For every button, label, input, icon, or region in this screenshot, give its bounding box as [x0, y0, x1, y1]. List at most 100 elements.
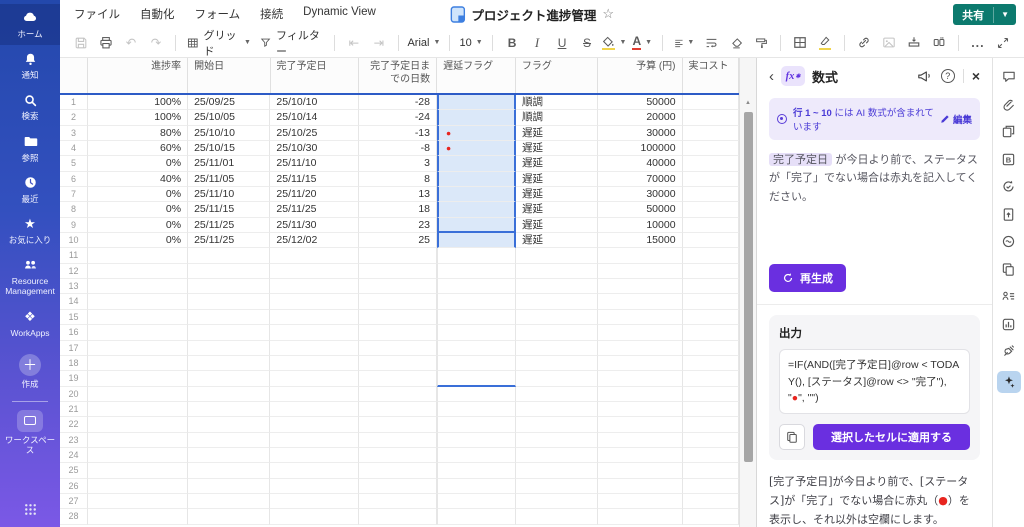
empty-cell[interactable]	[683, 402, 739, 417]
cell-due-date[interactable]: 25/11/30	[270, 218, 359, 233]
empty-cell[interactable]	[270, 341, 359, 356]
cell-cost[interactable]	[683, 202, 739, 217]
empty-cell[interactable]	[437, 325, 516, 340]
cell-delay-flag[interactable]	[437, 218, 516, 233]
bold-button[interactable]: B	[501, 32, 523, 54]
cell-delay-flag[interactable]	[437, 156, 516, 171]
empty-cell[interactable]	[188, 479, 270, 494]
empty-cell[interactable]	[270, 294, 359, 309]
image-icon[interactable]	[878, 32, 900, 54]
row-number[interactable]: 10	[60, 233, 88, 248]
attach-row-icon[interactable]	[903, 32, 925, 54]
sidebar-item-browse[interactable]: 参照	[0, 128, 60, 169]
outdent-icon[interactable]: ⇤	[343, 32, 365, 54]
align-button[interactable]: ▼	[671, 32, 698, 54]
empty-cell[interactable]	[598, 433, 682, 448]
brandfolder-icon[interactable]: B	[998, 151, 1020, 168]
empty-cell[interactable]	[188, 248, 270, 263]
empty-cell[interactable]	[188, 433, 270, 448]
empty-cell[interactable]	[683, 310, 739, 325]
empty-cell[interactable]	[437, 371, 516, 386]
format-painter-button[interactable]	[750, 32, 772, 54]
cell-progress[interactable]: 100%	[88, 95, 188, 110]
highlight-button[interactable]	[814, 32, 836, 54]
cell-days-remaining[interactable]: 25	[359, 233, 437, 248]
close-icon[interactable]: ×	[972, 69, 980, 83]
fill-color-button[interactable]: ▼	[601, 32, 628, 54]
cell-budget[interactable]: 30000	[598, 187, 682, 202]
empty-cell[interactable]	[598, 463, 682, 478]
cell-cost[interactable]	[683, 172, 739, 187]
empty-cell[interactable]	[437, 448, 516, 463]
empty-cell[interactable]	[516, 279, 598, 294]
underline-button[interactable]: U	[551, 32, 573, 54]
favorite-star-icon[interactable]: ☆	[602, 6, 614, 22]
empty-cell[interactable]	[598, 356, 682, 371]
sidebar-item-resource-management[interactable]: Resource Management	[0, 251, 60, 302]
empty-cell[interactable]	[359, 448, 437, 463]
cell-days-remaining[interactable]: 23	[359, 218, 437, 233]
empty-cell[interactable]	[516, 479, 598, 494]
empty-cell[interactable]	[88, 356, 188, 371]
cell-delay-flag[interactable]: ●	[437, 126, 516, 141]
cell-cost[interactable]	[683, 218, 739, 233]
empty-cell[interactable]	[437, 433, 516, 448]
empty-cell[interactable]	[683, 341, 739, 356]
empty-cell[interactable]	[598, 509, 682, 524]
empty-cell[interactable]	[516, 325, 598, 340]
menu-item[interactable]: Dynamic View	[303, 6, 376, 22]
empty-cell[interactable]	[598, 371, 682, 386]
empty-cell[interactable]	[88, 371, 188, 386]
empty-cell[interactable]	[516, 294, 598, 309]
empty-cell[interactable]	[598, 341, 682, 356]
row-number[interactable]: 27	[60, 494, 88, 509]
empty-cell[interactable]	[598, 279, 682, 294]
empty-cell[interactable]	[188, 341, 270, 356]
empty-cell[interactable]	[359, 417, 437, 432]
cell-progress[interactable]: 0%	[88, 187, 188, 202]
font-size-select[interactable]: 10 ▼	[458, 32, 484, 54]
copy-rows-icon[interactable]	[998, 261, 1020, 278]
empty-cell[interactable]	[88, 433, 188, 448]
back-icon[interactable]: ‹	[769, 69, 774, 84]
cell-due-date[interactable]: 25/10/25	[270, 126, 359, 141]
cell-progress[interactable]: 80%	[88, 126, 188, 141]
column-header-progress[interactable]: 進捗率	[88, 58, 188, 93]
empty-cell[interactable]	[598, 264, 682, 279]
row-number[interactable]: 14	[60, 294, 88, 309]
empty-cell[interactable]	[437, 417, 516, 432]
cell-due-date[interactable]: 25/11/25	[270, 202, 359, 217]
empty-cell[interactable]	[516, 509, 598, 524]
undo-icon[interactable]: ↶	[120, 32, 142, 54]
empty-cell[interactable]	[188, 463, 270, 478]
comments-icon[interactable]	[998, 68, 1020, 85]
empty-cell[interactable]	[437, 479, 516, 494]
text-color-button[interactable]: A ▼	[631, 32, 654, 54]
empty-cell[interactable]	[683, 509, 739, 524]
row-number[interactable]: 13	[60, 279, 88, 294]
empty-cell[interactable]	[598, 402, 682, 417]
empty-cell[interactable]	[516, 310, 598, 325]
empty-cell[interactable]	[516, 417, 598, 432]
charts-icon[interactable]	[998, 316, 1020, 333]
empty-cell[interactable]	[270, 356, 359, 371]
empty-cell[interactable]	[359, 479, 437, 494]
cell-flag[interactable]: 遅延	[516, 126, 598, 141]
cell-start-date[interactable]: 25/11/15	[188, 202, 270, 217]
empty-cell[interactable]	[270, 279, 359, 294]
cell-delay-flag[interactable]: ●	[437, 141, 516, 156]
cell-budget[interactable]: 50000	[598, 95, 682, 110]
row-number[interactable]: 23	[60, 433, 88, 448]
strikethrough-button[interactable]: S	[576, 32, 598, 54]
row-number[interactable]: 4	[60, 141, 88, 156]
empty-cell[interactable]	[516, 494, 598, 509]
cell-delay-flag[interactable]	[437, 233, 516, 248]
italic-button[interactable]: I	[526, 32, 548, 54]
cell-cost[interactable]	[683, 95, 739, 110]
copy-formula-button[interactable]	[779, 424, 805, 450]
empty-cell[interactable]	[437, 509, 516, 524]
empty-cell[interactable]	[188, 417, 270, 432]
cell-days-remaining[interactable]: -8	[359, 141, 437, 156]
row-number[interactable]: 2	[60, 110, 88, 125]
menu-item[interactable]: 自動化	[140, 6, 175, 22]
